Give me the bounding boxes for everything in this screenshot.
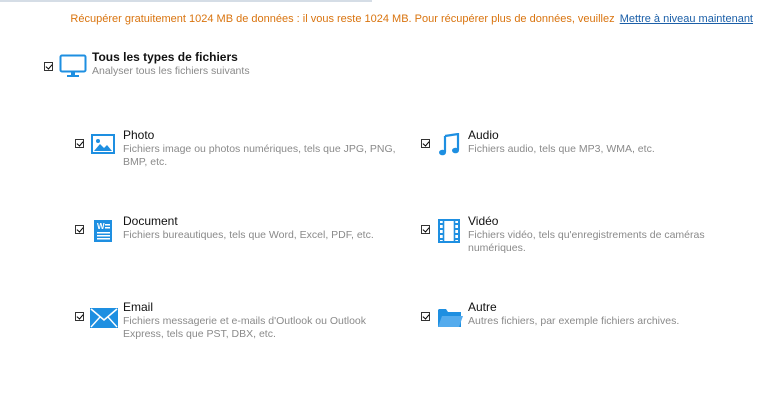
folder-icon	[438, 309, 463, 327]
upgrade-now-link[interactable]: Mettre à niveau maintenant	[620, 13, 753, 25]
photo-desc-line1: Fichiers image ou photos numériques, tel…	[123, 143, 396, 155]
email-title: Email	[123, 300, 154, 314]
video-desc-line1: Fichiers vidéo, tels qu'enregistrements …	[468, 229, 705, 241]
document-checkbox[interactable]	[75, 225, 84, 234]
audio-desc: Fichiers audio, tels que MP3, WMA, etc.	[468, 143, 748, 156]
photo-icon	[91, 134, 115, 154]
video-checkbox[interactable]	[421, 225, 430, 234]
photo-checkbox[interactable]	[75, 139, 84, 148]
other-title: Autre	[468, 300, 497, 314]
film-icon	[438, 219, 460, 243]
email-desc: Fichiers messagerie et e-mails d'Outlook…	[123, 315, 403, 341]
audio-checkbox[interactable]	[421, 139, 430, 148]
audio-title: Audio	[468, 128, 499, 142]
document-desc: Fichiers bureautiques, tels que Word, Ex…	[123, 229, 403, 242]
email-checkbox[interactable]	[75, 312, 84, 321]
other-checkbox[interactable]	[421, 312, 430, 321]
quota-notice: Récupérer gratuitement 1024 MB de donnée…	[70, 13, 753, 25]
svg-text:W: W	[97, 222, 105, 231]
audio-desc-line1: Fichiers audio, tels que MP3, WMA, etc.	[468, 143, 655, 155]
all-types-checkbox[interactable]	[44, 62, 53, 71]
other-desc: Autres fichiers, par exemple fichiers ar…	[468, 315, 748, 328]
envelope-icon	[90, 308, 118, 328]
video-desc: Fichiers vidéo, tels qu'enregistrements …	[468, 229, 748, 255]
photo-desc: Fichiers image ou photos numériques, tel…	[123, 143, 398, 169]
other-desc-line1: Autres fichiers, par exemple fichiers ar…	[468, 315, 680, 327]
document-icon: W	[94, 220, 112, 242]
quota-message: Récupérer gratuitement 1024 MB de donnée…	[70, 13, 615, 25]
video-desc-line2: numériques.	[468, 242, 526, 254]
photo-desc-line2: BMP, etc.	[123, 156, 168, 168]
document-desc-line1: Fichiers bureautiques, tels que Word, Ex…	[123, 229, 374, 241]
monitor-icon	[59, 54, 87, 77]
document-title: Document	[123, 214, 178, 228]
photo-title: Photo	[123, 128, 155, 142]
email-desc-line2: Express, tels que PST, DBX, etc.	[123, 328, 276, 340]
email-desc-line1: Fichiers messagerie et e-mails d'Outlook…	[123, 315, 367, 327]
top-accent-bar	[0, 0, 372, 2]
music-note-icon	[439, 133, 460, 156]
all-types-title: Tous les types de fichiers	[92, 50, 238, 64]
all-types-subtitle: Analyser tous les fichiers suivants	[92, 65, 250, 77]
video-title: Vidéo	[468, 214, 499, 228]
